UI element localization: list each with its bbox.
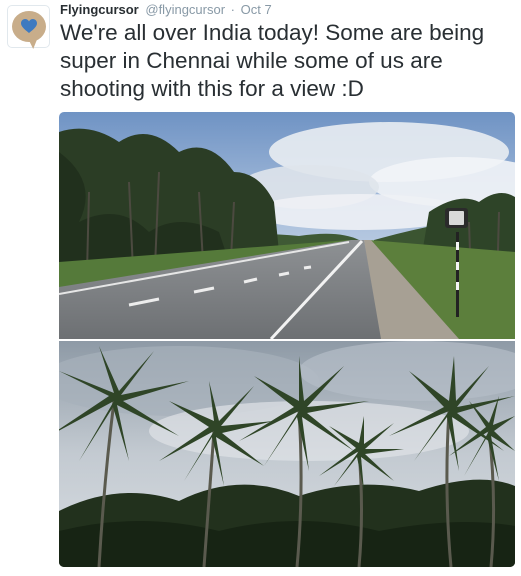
heart-icon (20, 19, 37, 33)
tweet-text: We're all over India today! Some are bei… (60, 20, 485, 101)
tweet-header: Flyingcursor @flyingcursor · Oct 7 (60, 2, 272, 18)
avatar[interactable] (7, 5, 50, 48)
author-handle[interactable]: @flyingcursor (145, 2, 225, 17)
author-name[interactable]: Flyingcursor (60, 2, 139, 17)
tweet-timestamp[interactable]: Oct 7 (241, 2, 272, 17)
avatar-speech-bubble (11, 11, 46, 42)
palm-trees-photo[interactable] (59, 341, 515, 567)
highway-photo[interactable] (59, 112, 515, 339)
separator-dot: · (230, 2, 236, 17)
tweet-media[interactable] (59, 112, 515, 567)
